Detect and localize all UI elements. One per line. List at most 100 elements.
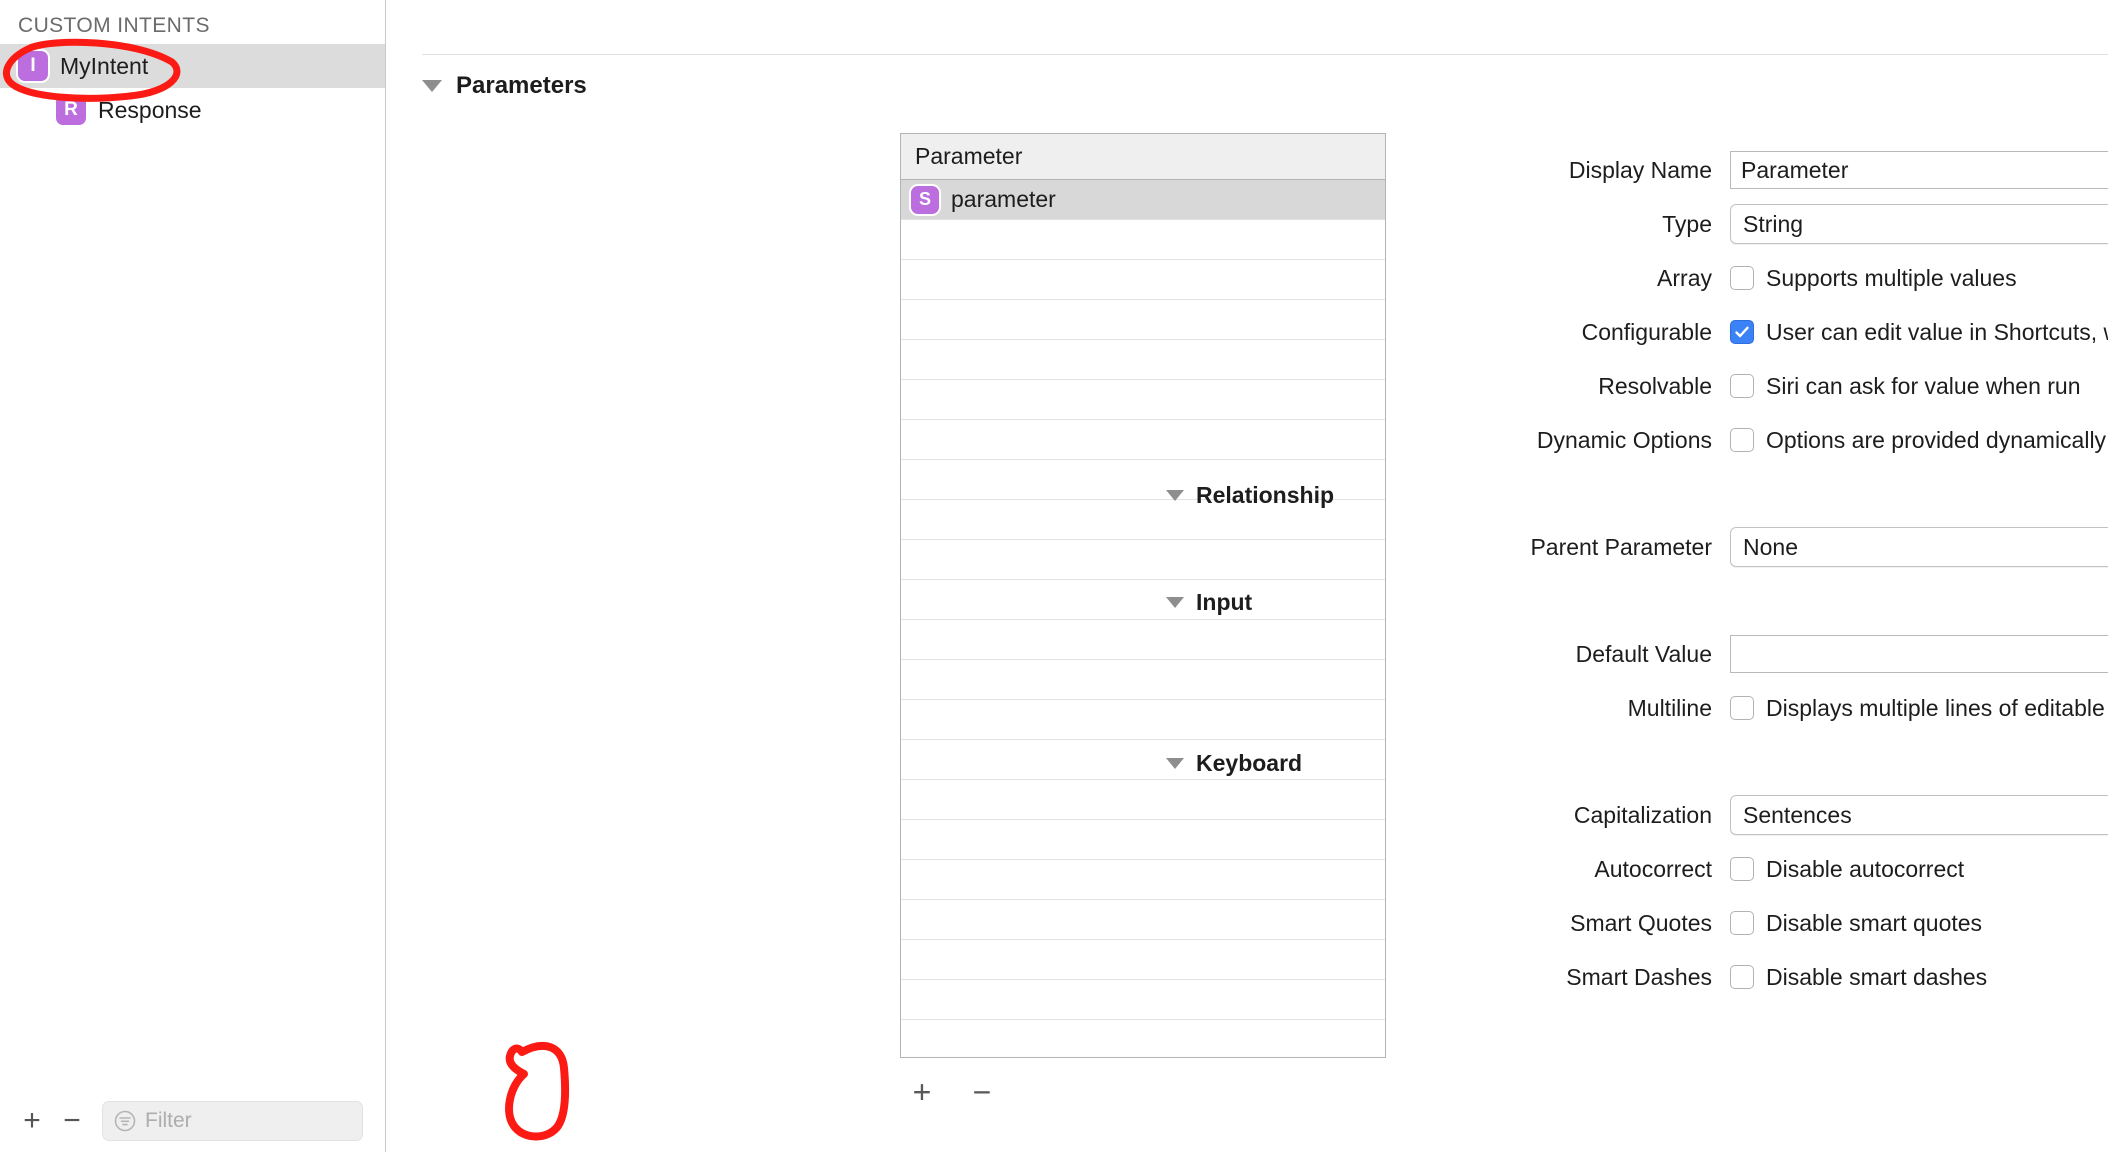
- sidebar-item-response[interactable]: R Response: [0, 88, 385, 132]
- form-row-multiline: Multiline Displays multiple lines of edi…: [1406, 688, 2108, 728]
- main-content: Parameters Parameter S parameter + − Dis…: [386, 0, 2108, 1152]
- input-section-header[interactable]: Input: [1166, 589, 2108, 616]
- intent-badge-icon: I: [18, 51, 48, 81]
- filter-placeholder: Filter: [145, 1109, 192, 1132]
- configurable-checkbox[interactable]: [1730, 320, 1754, 344]
- table-row-empty[interactable]: [901, 700, 1385, 740]
- parent-parameter-select[interactable]: None: [1730, 527, 2108, 567]
- table-row-empty[interactable]: [901, 620, 1385, 660]
- section-title: Parameters: [456, 72, 587, 99]
- table-row-label: parameter: [951, 186, 1056, 212]
- subsection-title: Keyboard: [1196, 750, 1303, 776]
- intent-definition-editor: CUSTOM INTENTS I MyIntent R Response + −: [0, 0, 2108, 1152]
- form-row-autocorrect: Autocorrect Disable autocorrect: [1406, 849, 2108, 889]
- field-label: Configurable: [1581, 318, 1712, 345]
- form-row-display-name: Display Name Parameter: [1406, 150, 2108, 190]
- table-row-empty[interactable]: [901, 860, 1385, 900]
- form-row-smart-quotes: Smart Quotes Disable smart quotes: [1406, 903, 2108, 943]
- subsection-title: Input: [1196, 589, 1253, 615]
- form-row-array: Array Supports multiple values: [1406, 258, 2108, 298]
- field-label: Dynamic Options: [1536, 426, 1712, 453]
- field-label: Capitalization: [1573, 801, 1712, 828]
- add-intent-button[interactable]: +: [12, 1101, 52, 1141]
- field-label: Parent Parameter: [1530, 533, 1712, 560]
- field-label: Smart Quotes: [1570, 909, 1712, 936]
- sidebar-item-label: Response: [98, 96, 202, 123]
- field-label: Resolvable: [1598, 372, 1712, 399]
- sidebar-item-label: MyIntent: [60, 52, 149, 79]
- autocorrect-checkbox-label: Disable autocorrect: [1766, 855, 1965, 882]
- relationship-section-header[interactable]: Relationship: [1166, 482, 2108, 509]
- form-row-parent-parameter: Parent Parameter None: [1406, 527, 2108, 567]
- sidebar-toolbar: + − Filter: [0, 1090, 385, 1152]
- form-row-default-value: Default Value: [1406, 634, 2108, 674]
- resolvable-checkbox[interactable]: [1730, 374, 1754, 398]
- sidebar-item-myintent[interactable]: I MyIntent: [0, 44, 385, 88]
- add-parameter-button[interactable]: +: [900, 1070, 944, 1114]
- response-badge-icon: R: [56, 95, 86, 125]
- parameter-detail-form: Display Name Parameter Type String Array…: [1166, 150, 2108, 1011]
- form-row-dynamic-options: Dynamic Options Options are provided dyn…: [1406, 420, 2108, 460]
- array-checkbox[interactable]: [1730, 266, 1754, 290]
- content-divider: [422, 54, 2108, 55]
- table-row-empty[interactable]: [901, 220, 1385, 260]
- dynamic-options-checkbox[interactable]: [1730, 428, 1754, 452]
- table-row-empty[interactable]: [901, 340, 1385, 380]
- form-row-smart-dashes: Smart Dashes Disable smart dashes: [1406, 957, 2108, 997]
- triangle-down-icon[interactable]: [1166, 597, 1184, 608]
- subsection-title: Relationship: [1196, 482, 1335, 508]
- table-column-header[interactable]: Parameter: [901, 134, 1385, 180]
- smart-quotes-checkbox[interactable]: [1730, 911, 1754, 935]
- autocorrect-checkbox[interactable]: [1730, 857, 1754, 881]
- triangle-down-icon[interactable]: [1166, 758, 1184, 769]
- checkmark-icon: [1735, 326, 1749, 338]
- resolvable-checkbox-label: Siri can ask for value when run: [1766, 372, 2081, 399]
- parameters-table-toolbar: + −: [900, 1070, 1004, 1114]
- remove-parameter-button[interactable]: −: [960, 1070, 1004, 1114]
- table-row-empty[interactable]: [901, 780, 1385, 820]
- capitalization-select[interactable]: Sentences: [1730, 795, 2108, 835]
- table-row[interactable]: S parameter: [901, 180, 1385, 220]
- table-row-empty[interactable]: [901, 380, 1385, 420]
- array-checkbox-label: Supports multiple values: [1766, 264, 2017, 291]
- table-row-empty[interactable]: [901, 420, 1385, 460]
- table-row-empty[interactable]: [901, 940, 1385, 980]
- table-row-empty[interactable]: [901, 660, 1385, 700]
- multiline-checkbox[interactable]: [1730, 696, 1754, 720]
- form-row-capitalization: Capitalization Sentences: [1406, 795, 2108, 835]
- type-select-value: String: [1743, 210, 1804, 237]
- table-row-empty[interactable]: [901, 980, 1385, 1020]
- table-row-empty[interactable]: [901, 1020, 1385, 1057]
- remove-intent-button[interactable]: −: [52, 1101, 92, 1141]
- sidebar-section-header: CUSTOM INTENTS: [18, 14, 210, 37]
- smart-quotes-checkbox-label: Disable smart quotes: [1766, 909, 1983, 936]
- parent-parameter-select-value: None: [1743, 533, 1798, 560]
- field-label: Multiline: [1627, 694, 1712, 721]
- display-name-input[interactable]: Parameter: [1730, 151, 2108, 189]
- configurable-checkbox-label: User can edit value in Shortcuts, widget…: [1766, 318, 2108, 345]
- keyboard-section-header[interactable]: Keyboard: [1166, 750, 2108, 777]
- triangle-down-icon[interactable]: [422, 80, 442, 92]
- smart-dashes-checkbox-label: Disable smart dashes: [1766, 963, 1988, 990]
- field-label: Type: [1662, 210, 1712, 237]
- table-row-empty[interactable]: [901, 900, 1385, 940]
- default-value-input[interactable]: [1730, 635, 2108, 673]
- capitalization-select-value: Sentences: [1743, 801, 1852, 828]
- table-row-empty[interactable]: [901, 540, 1385, 580]
- field-label: Smart Dashes: [1566, 963, 1712, 990]
- string-type-badge-icon: S: [911, 185, 939, 214]
- table-row-empty[interactable]: [901, 300, 1385, 340]
- form-row-resolvable: Resolvable Siri can ask for value when r…: [1406, 366, 2108, 406]
- field-label: Array: [1657, 264, 1712, 291]
- filter-input[interactable]: Filter: [102, 1101, 363, 1141]
- type-select[interactable]: String: [1730, 204, 2108, 244]
- parameters-section-header[interactable]: Parameters: [422, 72, 587, 100]
- sidebar: CUSTOM INTENTS I MyIntent R Response + −: [0, 0, 386, 1152]
- dynamic-options-checkbox-label: Options are provided dynamically: [1766, 426, 2107, 453]
- table-row-empty[interactable]: [901, 820, 1385, 860]
- table-row-empty[interactable]: [901, 260, 1385, 300]
- multiline-checkbox-label: Displays multiple lines of editable text: [1766, 694, 2108, 721]
- triangle-down-icon[interactable]: [1166, 490, 1184, 501]
- smart-dashes-checkbox[interactable]: [1730, 965, 1754, 989]
- field-label: Display Name: [1568, 156, 1712, 183]
